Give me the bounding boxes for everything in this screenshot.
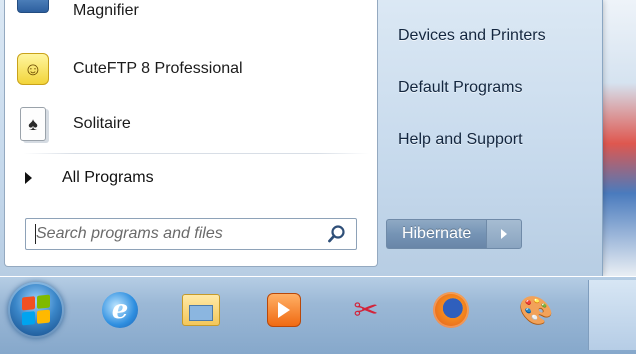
power-button-group: Hibernate — [386, 219, 522, 249]
taskbar-partial-icon[interactable] — [588, 280, 636, 350]
start-menu-programs-pane: Magnifier ☺ CuteFTP 8 Professional ♠ Sol… — [4, 0, 378, 267]
solitaire-icon: ♠ — [15, 106, 51, 142]
search-box[interactable] — [25, 218, 357, 250]
hibernate-label: Hibernate — [401, 225, 472, 242]
cuteftp-icon: ☺ — [15, 51, 51, 87]
media-player-icon[interactable] — [264, 290, 304, 330]
devices-and-printers-link[interactable]: Devices and Printers — [398, 27, 546, 45]
all-programs-label: All Programs — [62, 169, 154, 186]
triangle-right-icon — [25, 172, 32, 184]
windows-logo-icon — [22, 294, 50, 326]
start-button[interactable] — [8, 282, 64, 338]
default-programs-link[interactable]: Default Programs — [398, 79, 523, 97]
snipping-tool-icon[interactable]: ✂ — [346, 290, 386, 330]
program-label: Solitaire — [73, 115, 131, 132]
program-item-cuteftp[interactable]: ☺ CuteFTP 8 Professional — [15, 44, 365, 94]
program-item-solitaire[interactable]: ♠ Solitaire — [15, 99, 365, 149]
paint-icon[interactable]: 🎨 — [516, 290, 556, 330]
windows-explorer-icon[interactable] — [181, 290, 221, 330]
program-label: CuteFTP 8 Professional — [73, 60, 243, 77]
text-caret — [35, 224, 36, 244]
program-label: Magnifier — [73, 2, 139, 19]
menu-separator — [23, 153, 369, 154]
hibernate-button[interactable]: Hibernate — [386, 219, 487, 249]
program-item-magnifier[interactable]: Magnifier — [15, 0, 365, 36]
start-menu: Magnifier ☺ CuteFTP 8 Professional ♠ Sol… — [0, 0, 603, 276]
help-and-support-link[interactable]: Help and Support — [398, 131, 523, 149]
magnifier-icon — [15, 0, 51, 29]
internet-explorer-icon[interactable]: e — [100, 290, 140, 330]
firefox-icon[interactable] — [431, 290, 471, 330]
power-options-arrow-button[interactable] — [486, 219, 522, 249]
search-input[interactable] — [26, 220, 326, 248]
chevron-right-icon — [501, 229, 508, 239]
all-programs-button[interactable]: All Programs — [19, 163, 369, 193]
search-icon[interactable] — [326, 223, 348, 245]
desktop-wallpaper-art — [600, 0, 636, 276]
